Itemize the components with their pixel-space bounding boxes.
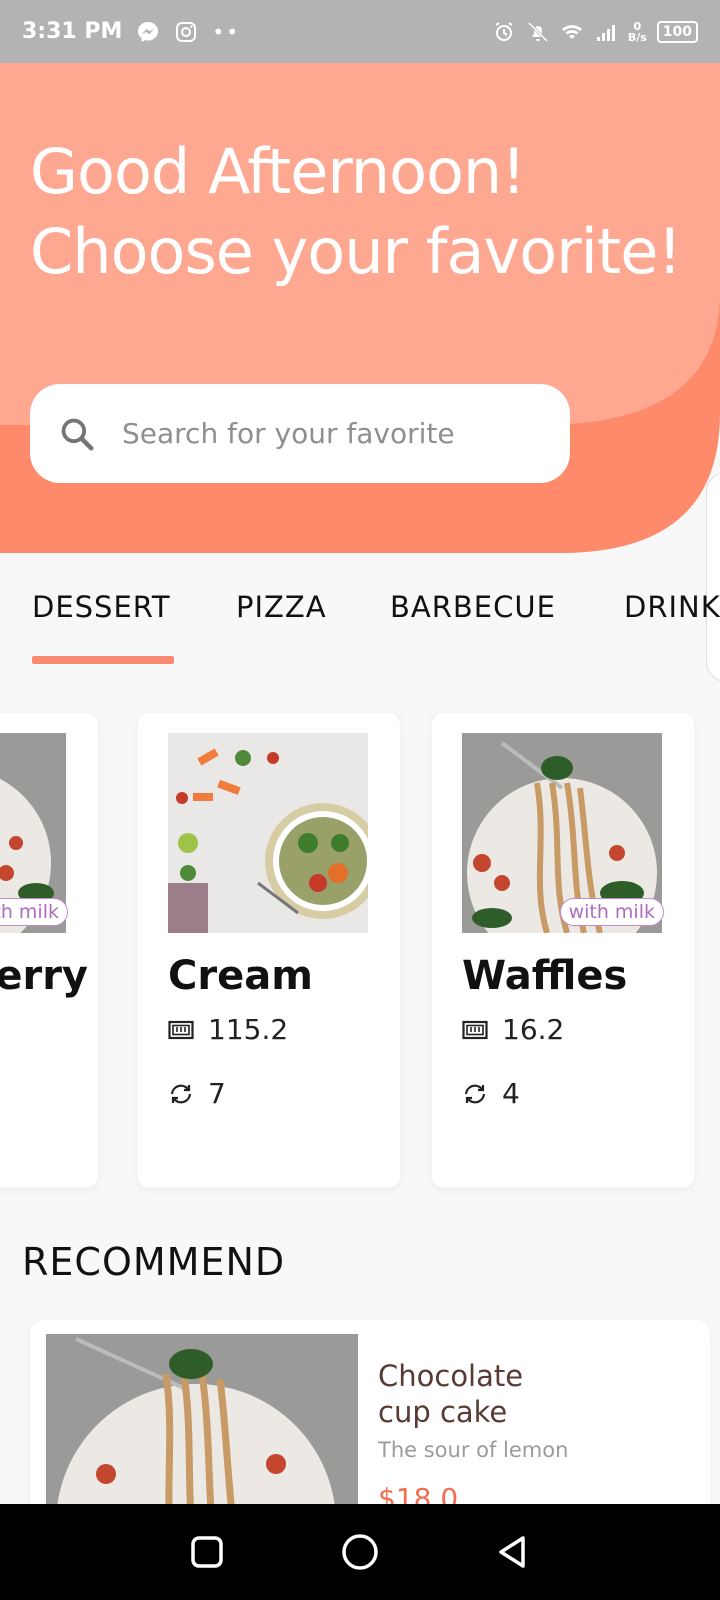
sync-icon [170, 1084, 192, 1103]
card-price: 16.2 [502, 1013, 565, 1046]
recommend-item-subtitle: The sour of lemon [378, 1438, 569, 1462]
tab-pizza[interactable]: PIZZA [236, 590, 327, 624]
recommend-heading: RECOMMEND [22, 1240, 286, 1284]
recommend-item-name: Chocolate cup cake [378, 1359, 524, 1429]
instagram-icon [176, 21, 197, 42]
tab-drink[interactable]: DRINK [624, 590, 720, 624]
active-tab-indicator [32, 656, 174, 664]
search-input[interactable] [122, 417, 522, 450]
card-count: 7 [208, 1077, 226, 1110]
food-card-berry[interactable]: with milk berry [0, 713, 98, 1188]
search-bar[interactable] [30, 384, 570, 483]
wifi-icon [561, 24, 582, 39]
status-bar: 3:31 PM •• 0 B/s 100 [0, 0, 720, 63]
tab-barbecue[interactable]: BARBECUE [390, 590, 556, 624]
card-tag: with milk [559, 898, 664, 926]
card-tag: with milk [0, 898, 68, 926]
signal-icon [596, 24, 615, 41]
card-count: 4 [502, 1077, 520, 1110]
card-price-row: 16.2 [462, 1013, 564, 1046]
food-card-cream[interactable]: Cream 115.2 7 [138, 713, 400, 1188]
tab-dessert[interactable]: DESSERT [32, 590, 171, 624]
more-notifications-dots: •• [212, 19, 240, 44]
bell-off-icon [527, 21, 548, 42]
home-button[interactable] [340, 1532, 380, 1572]
system-navigation-bar [0, 1504, 720, 1600]
recent-apps-button[interactable] [187, 1532, 227, 1572]
greeting-heading: Good Afternoon! Choose your favorite! [30, 132, 682, 292]
search-icon [61, 418, 94, 450]
network-speed: 0 B/s [628, 21, 647, 43]
alarm-icon [495, 21, 513, 41]
money-icon [168, 1020, 194, 1039]
sync-icon [464, 1084, 486, 1103]
back-triangle-icon [499, 1536, 526, 1568]
money-icon [462, 1020, 488, 1039]
card-count-row: 4 [462, 1077, 520, 1110]
app-screen: 3:31 PM •• 0 B/s 100 Good Afternoon! Choo… [0, 0, 720, 1600]
circle-icon [342, 1534, 378, 1570]
card-title: Waffles [462, 953, 628, 999]
card-price-row: 115.2 [168, 1013, 288, 1046]
status-time: 3:31 PM [22, 19, 123, 44]
network-speed-unit: B/s [627, 30, 647, 44]
food-card-waffles[interactable]: with milk Waffles 16.2 4 [432, 713, 694, 1188]
card-title: Cream [168, 953, 313, 999]
back-button[interactable] [493, 1532, 533, 1572]
card-count-row: 7 [168, 1077, 226, 1110]
food-photo-vegetables [168, 733, 368, 933]
greeting-line-1: Good Afternoon! [30, 135, 526, 208]
greeting-line-2: Choose your favorite! [30, 215, 682, 288]
battery-indicator: 100 [656, 20, 698, 43]
messenger-icon [138, 21, 159, 42]
card-price: 115.2 [208, 1013, 289, 1046]
square-icon [190, 1536, 223, 1568]
card-title: berry [0, 953, 88, 999]
